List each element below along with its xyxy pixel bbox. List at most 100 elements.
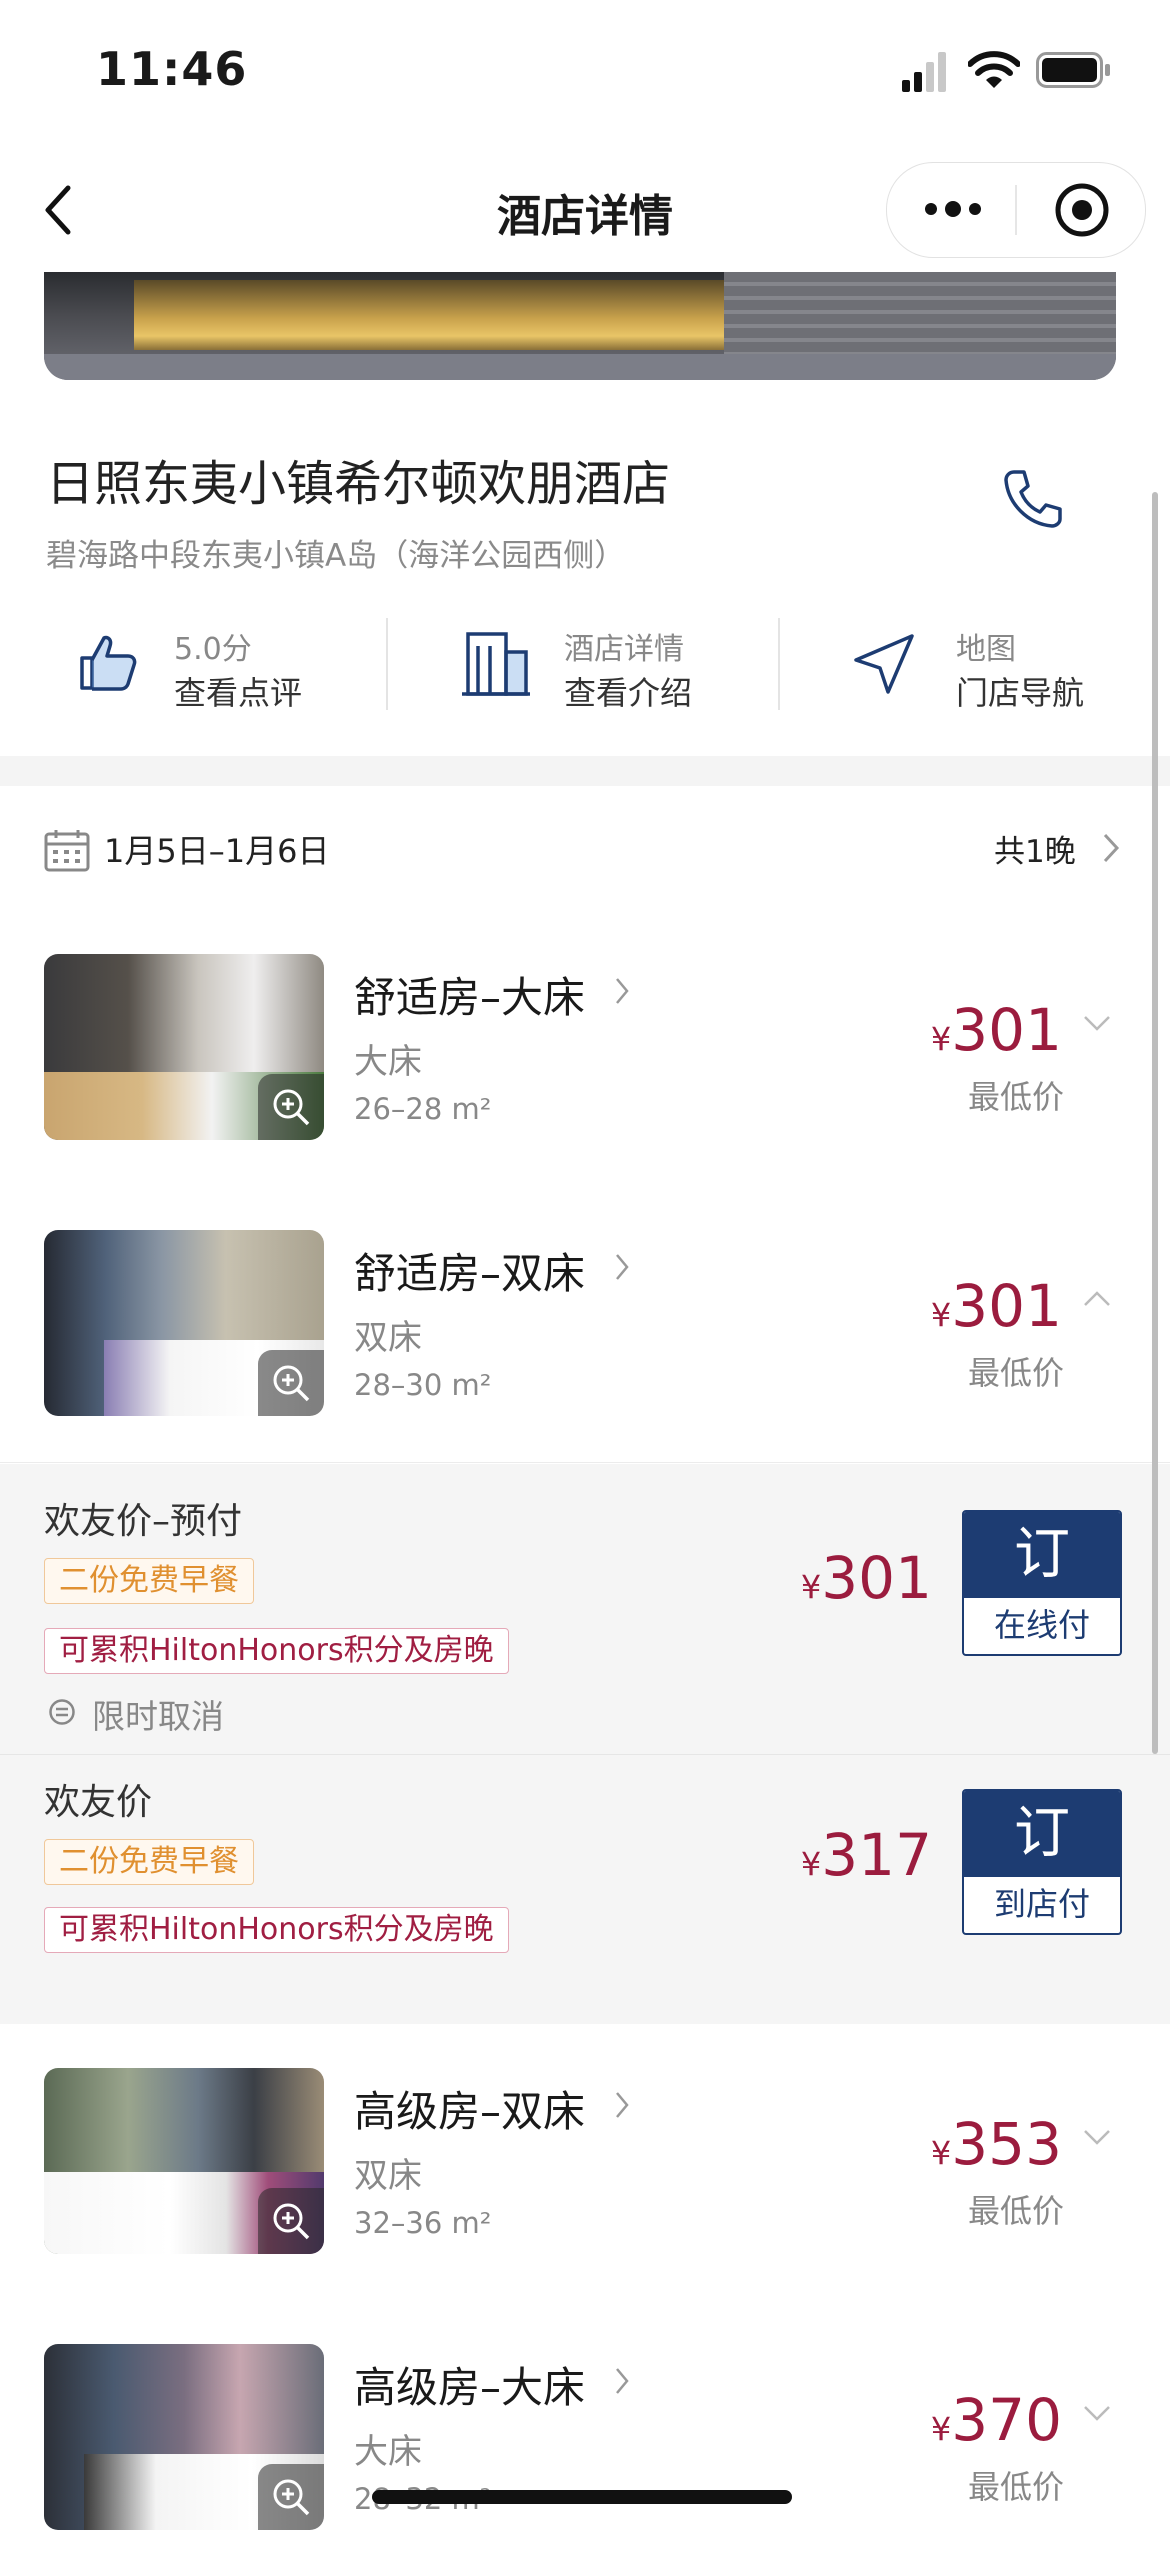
phone-icon[interactable] [1000, 466, 1066, 532]
pay-at-hotel-label: 到店付 [993, 1885, 1090, 1923]
chevron-up-icon[interactable] [1082, 1290, 1112, 1308]
honors-tag: 可累积HiltonHonors积分及房晚 [44, 1907, 509, 1953]
room-price: ¥353 [931, 2110, 1062, 2178]
hotel-photo[interactable] [44, 272, 1116, 380]
chevron-right-icon [616, 978, 629, 1004]
room-photo[interactable] [44, 954, 324, 1140]
currency-symbol: ¥ [930, 1020, 952, 1058]
action-reviews[interactable]: 5.0分 查看点评 [76, 612, 316, 722]
rating-score: 5.0分 [174, 632, 252, 667]
battery-icon [1036, 52, 1110, 88]
room-size: 26–28 m² [354, 1092, 492, 1126]
chevron-down-icon[interactable] [1082, 2404, 1112, 2422]
chevron-down-icon[interactable] [1082, 2128, 1112, 2146]
room-item[interactable]: 高级房–双床 双床 32–36 m² ¥353 最低价 [0, 2024, 1170, 2301]
currency-symbol: ¥ [930, 2134, 952, 2172]
scrollbar[interactable] [1152, 492, 1158, 1754]
book-label: 订 [964, 1512, 1120, 1598]
room-size: 32–36 m² [354, 2206, 492, 2240]
status-bar: 11:46 [0, 0, 1170, 150]
rate-price: ¥301 [801, 1544, 932, 1612]
rate-plan-title: 欢友价–预付 [44, 1501, 243, 1542]
zoom-icon[interactable] [258, 2188, 324, 2254]
room-item[interactable]: 高级房–大床 大床 28–32 m² ¥370 最低价 [0, 2300, 1170, 2576]
photo-ground [44, 354, 1116, 380]
room-price: ¥370 [931, 2386, 1062, 2454]
wifi-icon [968, 51, 1020, 88]
calendar-icon [44, 830, 90, 872]
home-indicator[interactable] [372, 2490, 792, 2504]
capsule-divider [1015, 185, 1017, 235]
rate-plan-title: 欢友价 [44, 1782, 153, 1823]
room-item[interactable]: 舒适房–双床 双床 28–30 m² ¥301 最低价 [0, 1186, 1170, 1463]
close-mini-program-icon[interactable] [1053, 181, 1111, 239]
rate-plan: 欢友价–预付 二份免费早餐 可累积HiltonHonors积分及房晚 限时取消 … [0, 1464, 1170, 1754]
room-price-value: 353 [951, 2110, 1062, 2178]
action-hotel-details[interactable]: 酒店详情 查看介绍 [460, 612, 710, 722]
book-online-button[interactable]: 订 在线付 [962, 1510, 1122, 1656]
pay-online-label: 在线付 [993, 1606, 1090, 1644]
store-navigation-label: 门店导航 [956, 674, 1085, 712]
hotel-address: 碧海路中段东夷小镇A岛（海洋公园西侧） [46, 538, 626, 574]
room-price-value: 301 [951, 1272, 1062, 1340]
chevron-right-icon [616, 1254, 629, 1280]
room-item[interactable]: 舒适房–大床 大床 26–28 m² ¥301 最低价 [0, 910, 1170, 1187]
room-name: 高级房–双床 [354, 2087, 586, 2136]
cancel-policy-icon [49, 1699, 75, 1725]
cancel-policy: 限时取消 [92, 1697, 224, 1736]
book-label: 订 [964, 1791, 1120, 1877]
action-map[interactable]: 地图 门店导航 [850, 612, 1100, 722]
room-price-value: 301 [951, 996, 1062, 1064]
action-divider [386, 618, 388, 710]
room-bed-type: 双床 [354, 1318, 422, 1358]
hotel-name: 日照东夷小镇希尔顿欢朋酒店 [46, 456, 671, 512]
currency-symbol: ¥ [930, 2410, 952, 2448]
room-bed-type: 大床 [354, 2432, 422, 2472]
room-price: ¥301 [931, 1272, 1062, 1340]
breakfast-tag: 二份免费早餐 [44, 1558, 254, 1604]
view-reviews-label: 查看点评 [174, 674, 303, 712]
nav-bar: 酒店详情 [0, 150, 1170, 270]
book-at-hotel-button[interactable]: 订 到店付 [962, 1789, 1122, 1935]
currency-symbol: ¥ [930, 1296, 952, 1334]
chevron-down-icon[interactable] [1082, 1014, 1112, 1032]
building-icon [462, 632, 530, 696]
room-photo[interactable] [44, 1230, 324, 1416]
hotel-details-label: 酒店详情 [564, 632, 684, 667]
stay-dates: 1月5日–1月6日 [104, 832, 330, 870]
rate-price-value: 301 [821, 1544, 932, 1612]
room-photo[interactable] [44, 2344, 324, 2530]
room-size: 28–30 m² [354, 1368, 492, 1402]
lowest-price-label: 最低价 [968, 2192, 1065, 2230]
currency-symbol: ¥ [800, 1845, 822, 1883]
room-price-value: 370 [951, 2386, 1062, 2454]
mini-program-capsule [886, 162, 1146, 258]
zoom-icon[interactable] [258, 1074, 324, 1140]
stay-dates-row[interactable]: 1月5日–1月6日 共1晚 [0, 786, 1170, 911]
lowest-price-label: 最低价 [968, 2468, 1065, 2506]
room-bed-type: 双床 [354, 2156, 422, 2196]
room-name: 舒适房–大床 [354, 973, 586, 1022]
zoom-icon[interactable] [258, 1350, 324, 1416]
chevron-right-icon [1103, 833, 1120, 863]
view-intro-label: 查看介绍 [564, 674, 693, 712]
hotel-actions: 5.0分 查看点评 酒店详情 查看介绍 地图 门店导航 [0, 612, 1170, 722]
navigation-arrow-icon [854, 634, 914, 694]
room-bed-type: 大床 [354, 1042, 422, 1082]
lowest-price-label: 最低价 [968, 1078, 1065, 1116]
night-count: 共1晚 [994, 834, 1076, 870]
room-name: 高级房–大床 [354, 2363, 586, 2412]
rate-plan: 欢友价 二份免费早餐 可累积HiltonHonors积分及房晚 ¥317 订 到… [0, 1755, 1170, 2025]
rate-price-value: 317 [821, 1821, 932, 1889]
honors-tag: 可累积HiltonHonors积分及房晚 [44, 1628, 509, 1674]
thumbs-up-icon [80, 635, 137, 691]
breakfast-tag: 二份免费早餐 [44, 1839, 254, 1885]
more-icon[interactable] [923, 197, 983, 221]
zoom-icon[interactable] [258, 2464, 324, 2530]
cellular-signal-icon [902, 52, 946, 92]
room-name: 舒适房–双床 [354, 1249, 586, 1298]
section-gap [0, 756, 1170, 786]
room-photo[interactable] [44, 2068, 324, 2254]
map-label: 地图 [956, 632, 1016, 667]
currency-symbol: ¥ [800, 1568, 822, 1606]
